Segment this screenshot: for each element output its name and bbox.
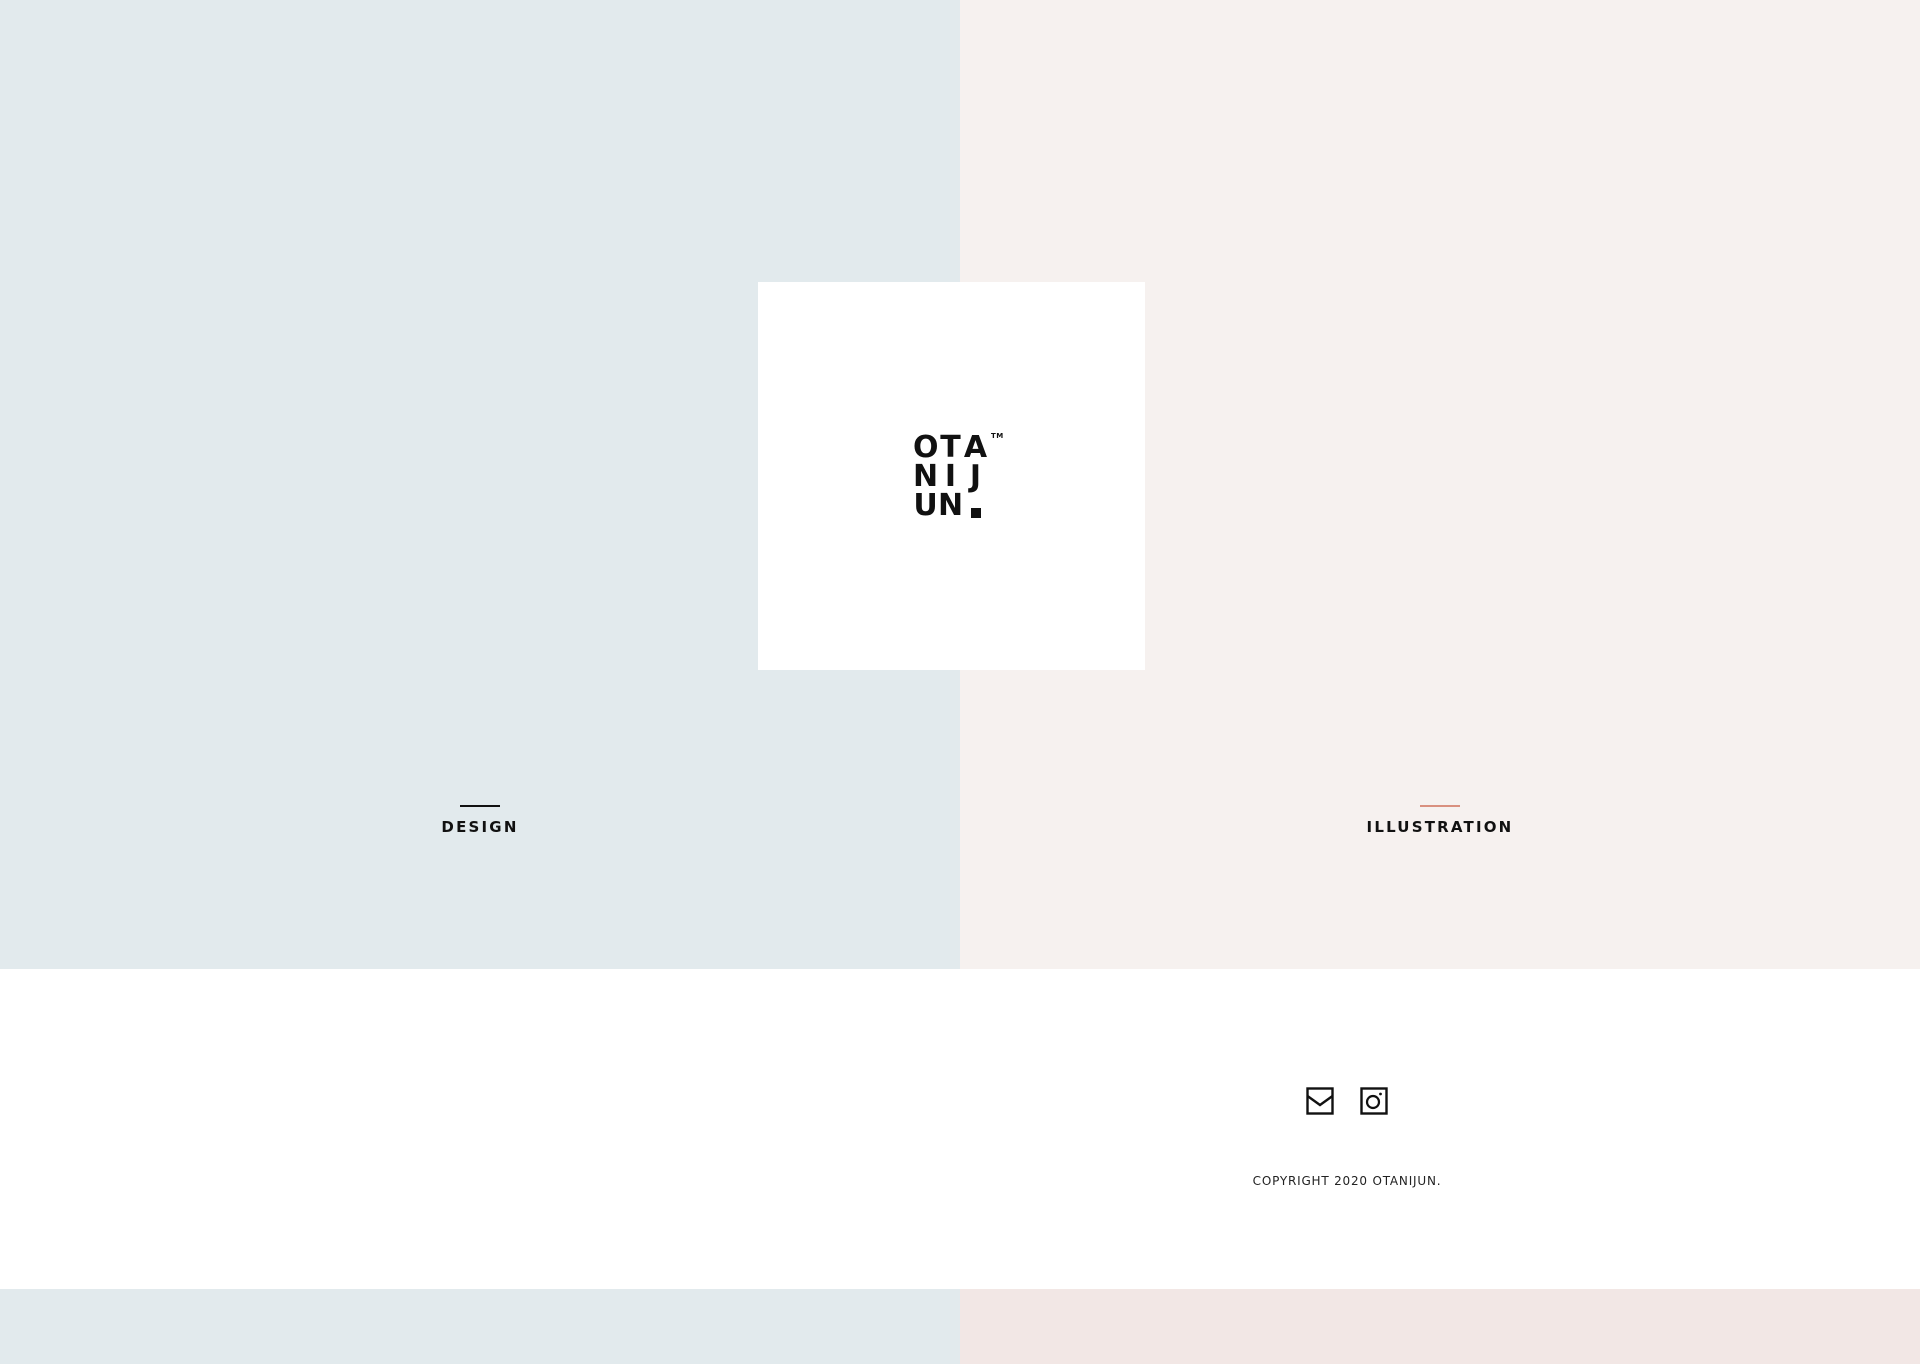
logo-dot (971, 508, 981, 518)
logo-row-1: O T A (913, 430, 1003, 465)
logo-letter: N (938, 488, 964, 523)
logo-letter: A (963, 430, 988, 465)
site-logo[interactable]: O T A N I J U N TM (913, 430, 1004, 524)
illustration-link[interactable]: ILLUSTRATION (1340, 805, 1540, 835)
bottom-left-panel (0, 1289, 960, 1364)
logo-letter: O (913, 430, 939, 465)
illustration-label: ILLUSTRATION (1366, 818, 1514, 836)
logo-letter: N (913, 459, 939, 494)
design-link[interactable]: DESIGN (410, 805, 550, 835)
logo-letter: I (944, 459, 957, 494)
design-underline (460, 805, 500, 807)
design-label: DESIGN (441, 818, 519, 836)
illustration-underline (1420, 805, 1460, 807)
footer: COPYRIGHT 2020 OTANIJUN. (0, 969, 1920, 1289)
instagram-icon[interactable] (1360, 1087, 1388, 1115)
logo-letter: U (913, 488, 938, 523)
social-links (1306, 1087, 1388, 1115)
copyright-text: COPYRIGHT 2020 OTANIJUN. (1252, 1174, 1442, 1188)
logo-row-2: N I J (913, 459, 1003, 494)
logo-row-3: U N (913, 488, 1003, 523)
mail-icon[interactable] (1306, 1087, 1334, 1115)
bottom-right-panel (960, 1289, 1920, 1364)
page: O T A N I J U N TM DESIGN ILLUSTRATION C… (0, 0, 1920, 1364)
logo-letter: J (969, 459, 982, 494)
logo-letter: T (940, 430, 961, 465)
trademark-mark: TM (991, 432, 1004, 440)
logo-card: O T A N I J U N TM (758, 282, 1145, 670)
